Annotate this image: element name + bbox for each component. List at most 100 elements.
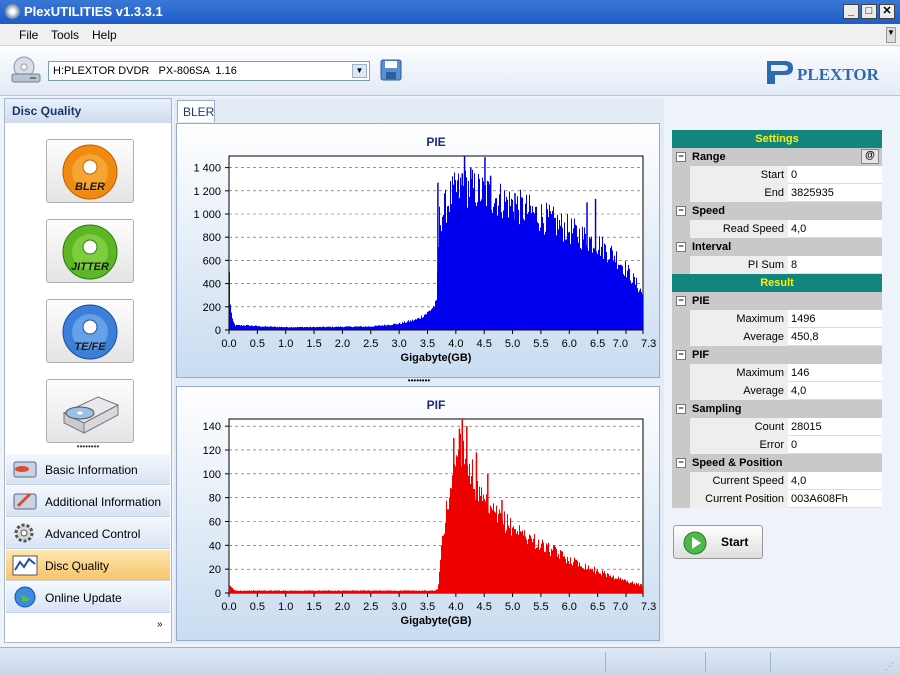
x-tick-label: 1.0 [278,338,293,350]
data-bar [488,181,489,330]
data-bar [641,292,642,330]
data-bar [363,326,364,330]
data-bar [475,202,476,330]
data-bar [612,250,613,330]
tab-bler[interactable]: BLER [177,100,215,122]
resize-grip-icon[interactable]: ⋰ [885,661,894,672]
more-chevron-icon[interactable]: » [157,619,163,630]
data-bar [509,191,510,330]
nav-online-update[interactable]: Online Update [6,582,170,613]
data-bar [450,181,451,330]
data-bar [636,582,637,593]
data-bar [426,590,427,593]
x-tick-label: 7.3 [641,338,656,350]
data-bar [348,326,349,330]
data-bar [556,549,557,593]
close-button[interactable]: ✕ [879,4,895,19]
data-bar [429,310,430,330]
data-bar [469,196,470,330]
read-speed-field[interactable]: 4,0 [788,220,882,238]
data-bar [369,590,370,593]
data-bar [640,288,641,330]
menu-tools[interactable]: Tools [51,28,79,42]
data-bar [405,590,406,593]
data-bar [537,222,538,330]
data-bar [616,578,617,593]
data-bar [320,590,321,593]
data-bar [566,563,567,593]
nav-additional-information[interactable]: Additional Information [6,486,170,517]
data-bar [318,590,319,593]
save-icon[interactable] [380,59,402,81]
data-bar [449,211,450,330]
nav-advanced-control[interactable]: Advanced Control [6,518,170,549]
data-bar [376,590,377,593]
maximize-button[interactable]: □ [861,4,877,19]
data-bar [480,201,481,330]
pie-avg-row: Average 450,8 [672,328,882,346]
data-bar [264,590,265,593]
data-bar [365,590,366,593]
data-bar [303,590,304,593]
chevron-down-icon[interactable]: ▼ [352,64,367,78]
tefe-test-button[interactable]: TE/FE [46,299,134,363]
range-start-field[interactable]: 0 [788,166,882,184]
sampling-section: − Sampling [672,400,882,418]
data-bar [601,575,602,593]
data-bar [308,327,309,330]
collapse-icon[interactable]: − [676,296,686,306]
data-bar [519,525,520,593]
data-bar [602,570,603,593]
data-bar [516,533,517,593]
collapse-icon[interactable]: − [676,152,686,162]
data-bar [394,323,395,330]
y-tick-label: 40 [209,540,221,552]
data-bar [478,501,479,593]
collapse-icon[interactable]: − [676,350,686,360]
data-bar [605,244,606,330]
data-spike [489,175,492,330]
jitter-test-button[interactable]: JITTER [46,219,134,283]
data-bar [609,258,610,330]
nav-disc-quality[interactable]: Disc Quality [6,550,170,581]
bler-test-button[interactable]: BLER [46,139,134,203]
nav-label: Basic Information [45,463,138,477]
range-at-button[interactable]: @ [861,149,879,164]
collapse-icon[interactable]: − [676,242,686,252]
data-bar [400,590,401,593]
data-bar [331,590,332,593]
collapse-icon[interactable]: − [676,458,686,468]
data-bar [471,476,472,593]
data-bar [389,325,390,330]
data-bar [435,301,436,330]
data-bar [305,590,306,593]
data-bar [620,577,621,593]
data-bar [232,588,233,593]
data-bar [418,317,419,330]
nav-label: Online Update [45,591,122,605]
menu-file[interactable]: File [19,28,38,42]
nav-basic-information[interactable]: Basic Information [6,454,170,485]
data-bar [374,326,375,330]
data-bar [543,223,544,330]
chart-splitter[interactable]: •••••••• [174,377,664,385]
collapse-icon[interactable]: − [676,206,686,216]
menu-chevron-icon[interactable]: ▼ [886,27,896,43]
minimize-button[interactable]: _ [843,4,859,19]
data-bar [273,326,274,330]
data-bar [613,575,614,593]
collapse-icon[interactable]: − [676,404,686,414]
pi-sum-field[interactable]: 8 [788,256,882,274]
data-bar [562,551,563,593]
data-bar [486,206,487,330]
menu-help[interactable]: Help [92,28,117,42]
data-bar [315,327,316,330]
start-button[interactable]: Start [673,525,763,559]
data-bar [323,326,324,330]
drive-test-button[interactable] [46,379,134,443]
range-end-field[interactable]: 3825935 [788,184,882,202]
data-bar [592,568,593,593]
data-bar [349,326,350,330]
sidebar-splitter[interactable]: •••••••• [5,443,171,451]
drive-select[interactable]: H:PLEXTOR DVDR PX-806SA 1.16 ▼ [48,61,370,81]
